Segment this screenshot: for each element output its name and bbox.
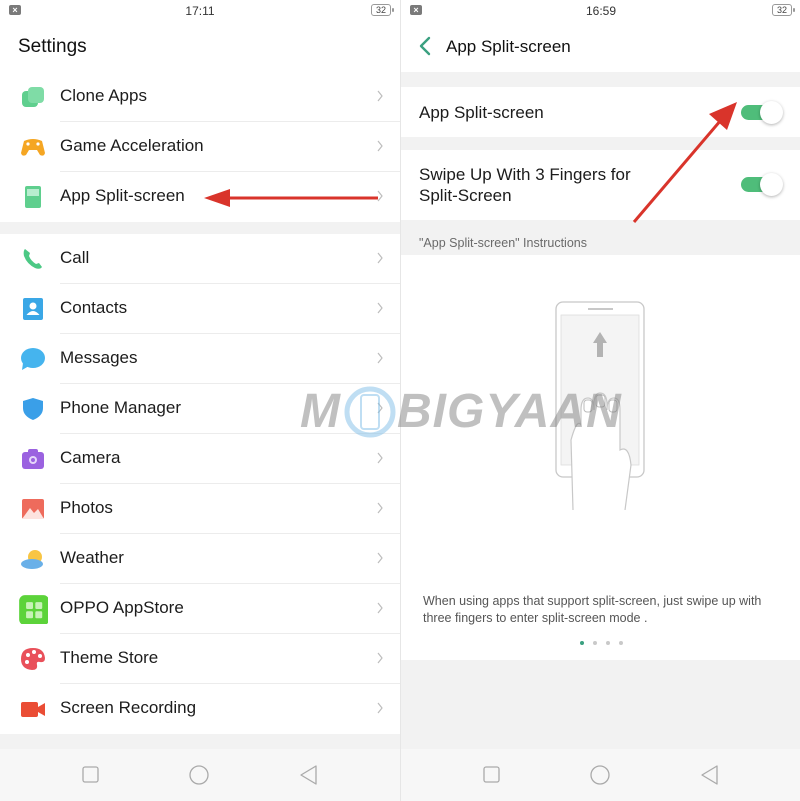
battery-icon: 32	[772, 4, 795, 16]
settings-item-weather[interactable]: Weather	[0, 534, 400, 584]
clone-apps-icon	[22, 87, 44, 107]
app-split-screen-screen: × 16:59 32 App Split-screen App Split-sc…	[400, 0, 800, 801]
settings-item-label: Call	[60, 248, 90, 267]
settings-item-label: Contacts	[60, 298, 128, 317]
settings-item-label: Camera	[60, 448, 121, 467]
settings-item-messages[interactable]: Messages	[0, 334, 400, 384]
page-title: Settings	[18, 36, 87, 57]
battery-icon: 32	[371, 4, 394, 16]
settings-group-1: Clone Apps Game Acceleration App Split-s…	[0, 72, 400, 222]
settings-header: Settings	[0, 22, 400, 72]
chevron-right-icon	[377, 302, 383, 314]
navigation-bar	[0, 749, 400, 801]
home-icon[interactable]	[189, 765, 209, 785]
chevron-right-icon	[377, 502, 383, 514]
phone-icon	[23, 249, 42, 269]
settings-item-app-split-screen[interactable]: App Split-screen	[0, 172, 400, 222]
page-dot	[605, 641, 610, 645]
page-indicator	[401, 641, 800, 645]
app-split-screen-toggle[interactable]	[737, 101, 783, 124]
status-time: 16:59	[585, 4, 617, 18]
toggle-label: App Split-screen	[419, 103, 544, 122]
back-icon[interactable]	[700, 765, 720, 785]
settings-item-label: Game Acceleration	[60, 136, 204, 155]
instructions-card[interactable]: When using apps that support split-scree…	[401, 255, 800, 660]
settings-item-contacts[interactable]: Contacts	[0, 284, 400, 334]
settings-item-screen-recording[interactable]: Screen Recording	[0, 684, 400, 734]
settings-item-call[interactable]: Call	[0, 234, 400, 284]
settings-item-phone-manager[interactable]: Phone Manager	[0, 384, 400, 434]
split-screen-header: App Split-screen	[401, 22, 800, 72]
page-title: App Split-screen	[446, 37, 571, 56]
palette-icon	[21, 648, 45, 670]
page-dot	[618, 641, 623, 645]
chevron-right-icon	[377, 352, 383, 364]
swipe-three-fingers-toggle[interactable]	[737, 173, 783, 196]
settings-item-label: Screen Recording	[60, 698, 197, 717]
recent-apps-icon[interactable]	[81, 765, 101, 785]
back-icon[interactable]	[299, 765, 319, 785]
status-bar: × 16:59 32	[401, 0, 800, 22]
settings-group-2: Call Contacts Messages Phone Manager Cam…	[0, 234, 400, 734]
chevron-right-icon	[377, 452, 383, 464]
settings-item-oppo-appstore[interactable]: OPPO AppStore	[0, 584, 400, 634]
chevron-right-icon	[377, 190, 383, 202]
settings-item-camera[interactable]: Camera	[0, 434, 400, 484]
chevron-right-icon	[377, 552, 383, 564]
chevron-right-icon	[377, 402, 383, 414]
photos-icon	[22, 499, 44, 519]
page-dot-active	[579, 641, 584, 645]
settings-item-label: OPPO AppStore	[60, 598, 184, 617]
settings-item-clone-apps[interactable]: Clone Apps	[0, 72, 400, 122]
settings-item-label: Photos	[60, 498, 113, 517]
status-time: 17:11	[185, 4, 215, 18]
settings-item-label: Messages	[60, 348, 138, 367]
game-acceleration-icon	[21, 139, 45, 156]
settings-item-label: Weather	[60, 548, 124, 567]
settings-item-photos[interactable]: Photos	[0, 484, 400, 534]
recent-apps-icon[interactable]	[482, 765, 502, 785]
chevron-right-icon	[377, 602, 383, 614]
weather-icon	[21, 550, 43, 569]
messages-icon	[21, 348, 45, 370]
page-dot	[592, 641, 597, 645]
shield-icon	[23, 398, 43, 420]
split-screen-icon	[25, 186, 41, 208]
toggle-knob	[760, 173, 783, 196]
settings-item-label: Theme Store	[60, 648, 159, 667]
toggle-knob	[760, 101, 783, 124]
video-camera-icon	[21, 702, 45, 717]
home-icon[interactable]	[590, 765, 610, 785]
chevron-right-icon	[377, 90, 383, 102]
swipe-illustration	[555, 301, 645, 510]
chevron-right-icon	[377, 140, 383, 152]
status-bar: × 17:11 32	[0, 0, 400, 22]
settings-item-label: App Split-screen	[60, 186, 185, 205]
back-arrow-icon[interactable]	[415, 34, 437, 58]
chevron-right-icon	[377, 702, 383, 714]
settings-screen: × 17:11 32 Settings Clone Apps Game Acce…	[0, 0, 400, 801]
toggle-label: Swipe Up With 3 Fingers for Split-Screen	[419, 165, 631, 205]
chevron-right-icon	[377, 252, 383, 264]
toggle-row-app-split-screen: App Split-screen	[401, 87, 800, 137]
settings-item-theme-store[interactable]: Theme Store	[0, 634, 400, 684]
appstore-icon	[19, 595, 48, 624]
instructions-description: When using apps that support split-scree…	[423, 594, 762, 625]
settings-item-game-acceleration[interactable]: Game Acceleration	[0, 122, 400, 172]
settings-item-label: Phone Manager	[60, 398, 181, 417]
contacts-icon	[23, 298, 43, 320]
settings-item-label: Clone Apps	[60, 86, 147, 105]
navigation-bar	[401, 749, 800, 801]
toggle-row-swipe-three-fingers: Swipe Up With 3 Fingers for Split-Screen	[401, 150, 800, 220]
instructions-caption: "App Split-screen" Instructions	[419, 236, 587, 250]
chevron-right-icon	[377, 652, 383, 664]
camera-icon	[22, 449, 44, 469]
